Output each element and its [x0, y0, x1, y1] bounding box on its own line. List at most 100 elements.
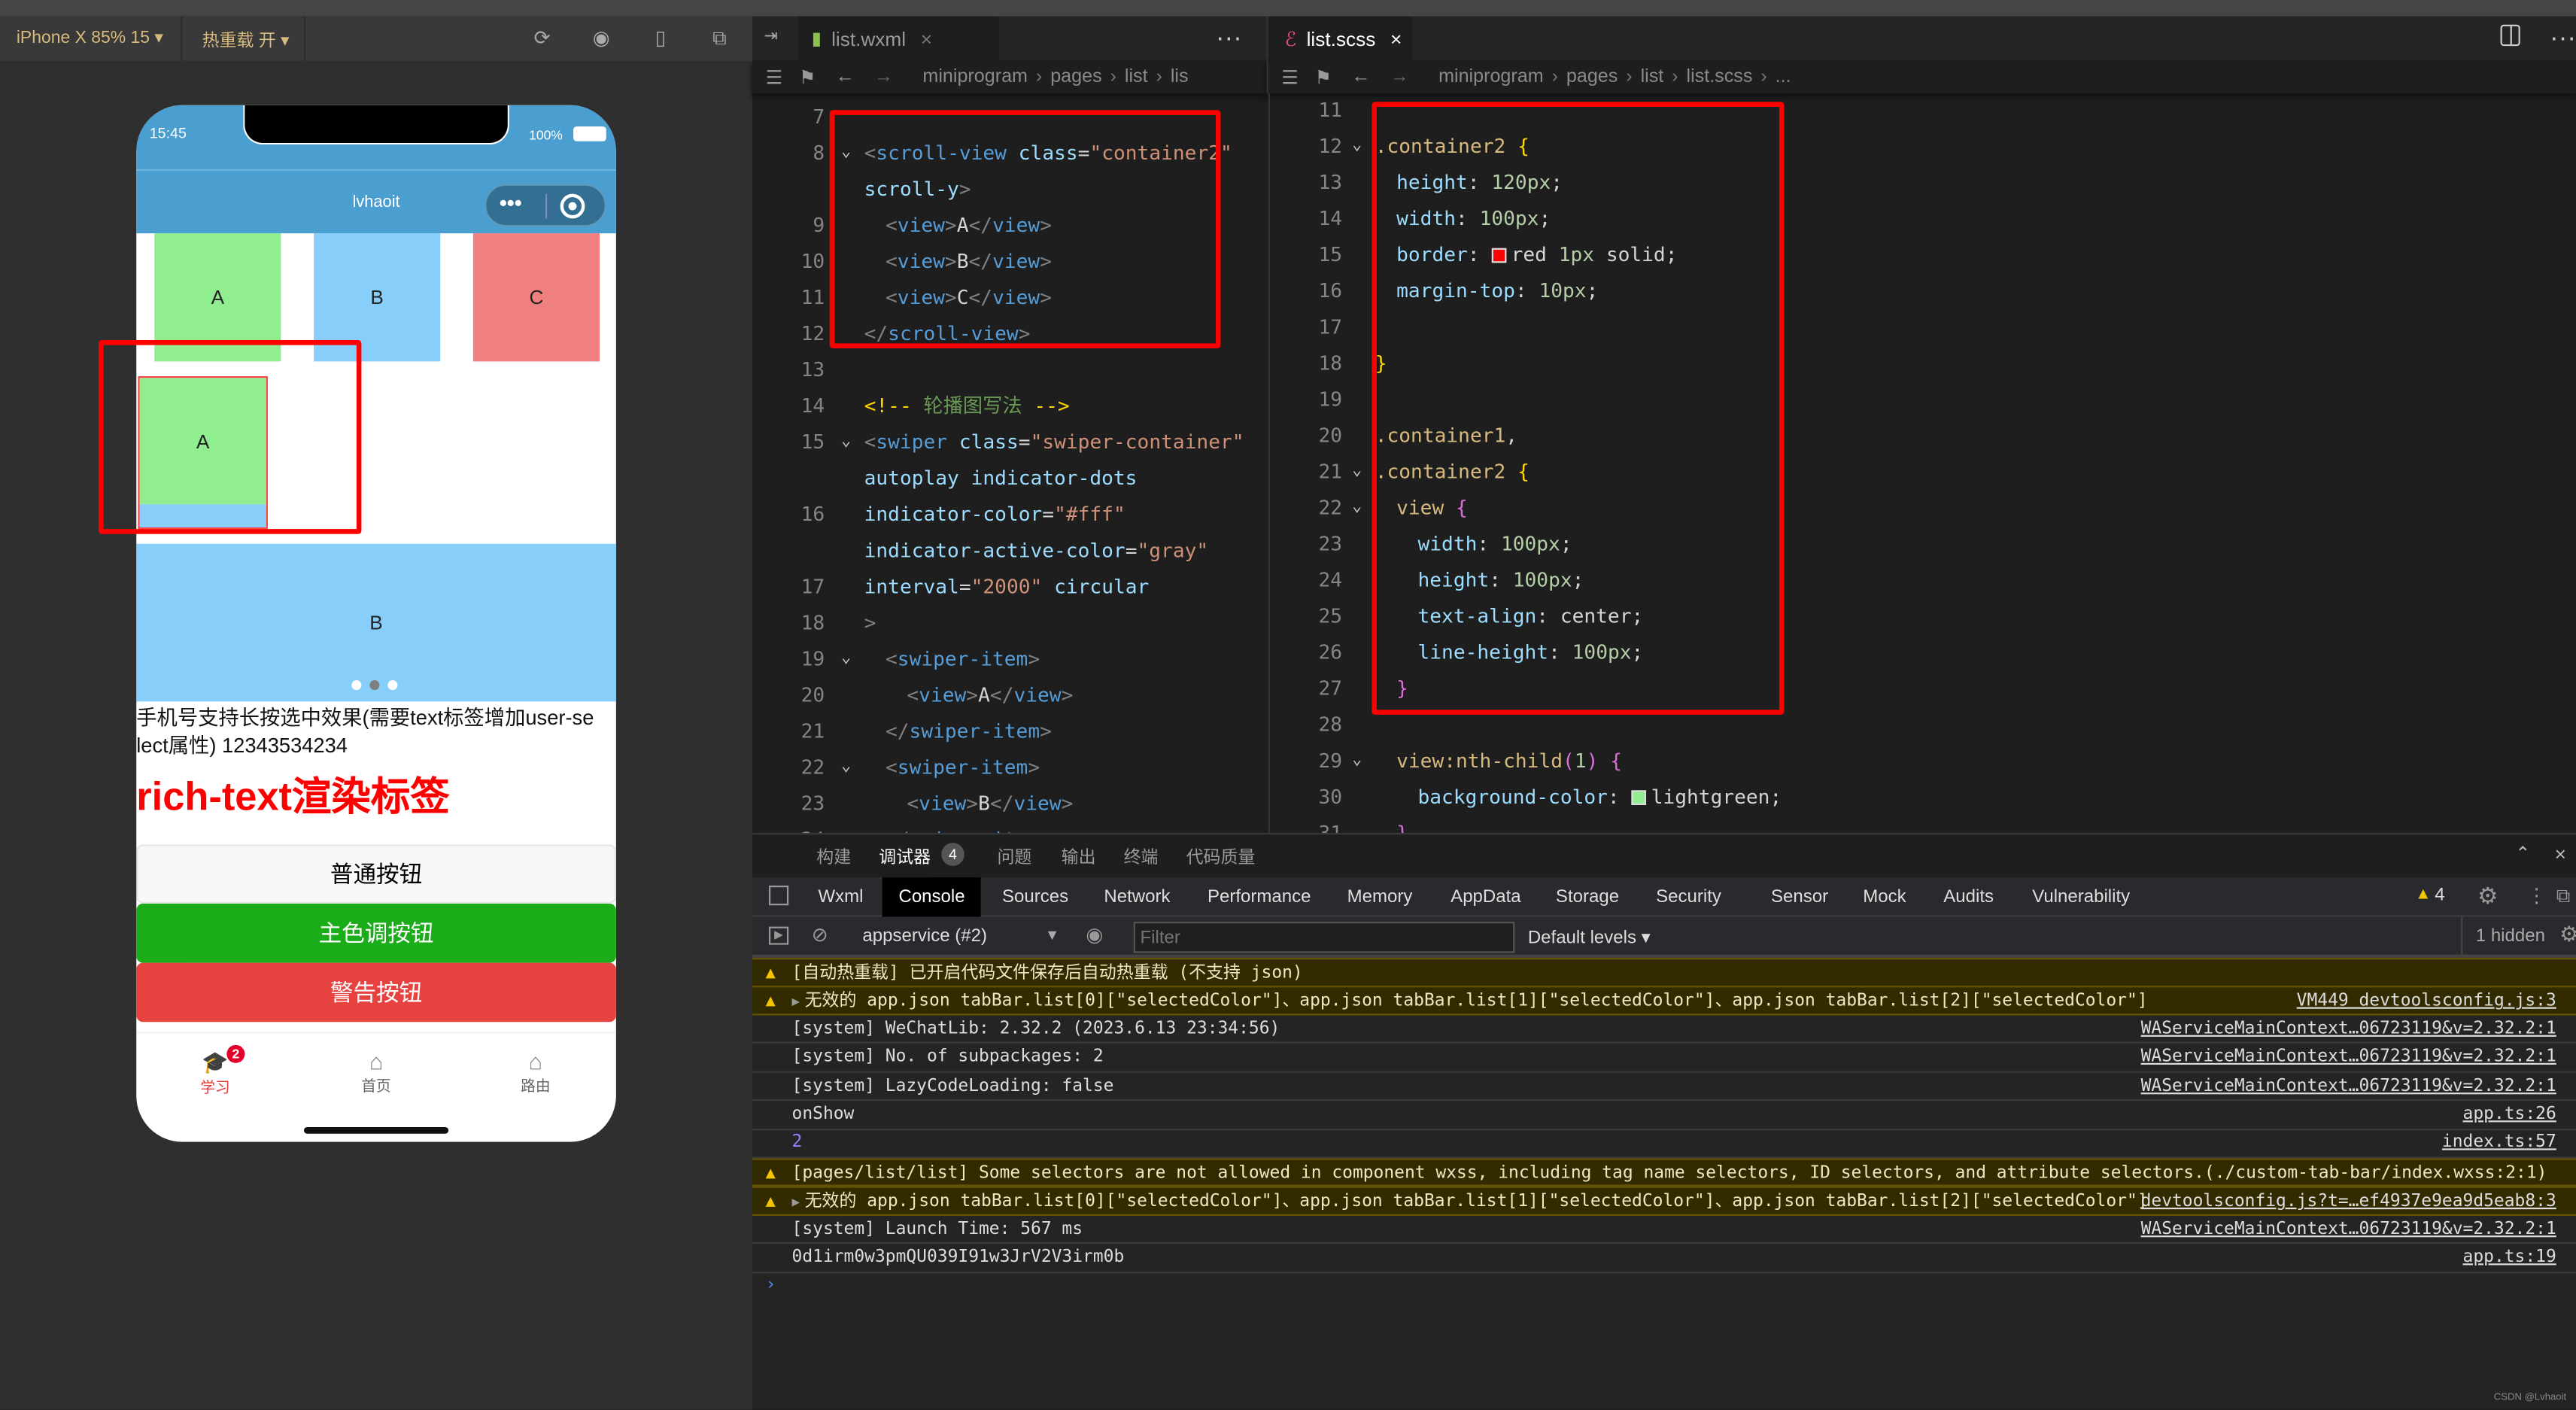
warning-count[interactable]: 4 — [2435, 886, 2444, 905]
panel-tab-code-quality[interactable]: 代码质量 — [1186, 844, 1256, 869]
source-link[interactable]: WAServiceMainContext…06723119&v=2.32.2:1 — [2141, 1015, 2556, 1043]
devtools-tab-performance[interactable]: Performance — [1191, 877, 1327, 916]
tab-study[interactable]: 🎓 2 学习 — [166, 1044, 265, 1097]
context-select[interactable]: appservice (#2) — [862, 927, 987, 947]
devtools-tab-network[interactable]: Network — [1088, 877, 1187, 916]
devtools-tab-appdata[interactable]: AppData — [1434, 877, 1537, 916]
clear-console-icon[interactable]: ⊘ — [812, 923, 828, 947]
code-line[interactable]: 30 background-color: lightgreen; — [1270, 779, 2576, 815]
breadcrumb-item[interactable]: list — [1641, 68, 1664, 87]
devtools-tab-console[interactable]: Console — [882, 877, 982, 917]
code-line[interactable]: indicator-active-color="gray" — [752, 533, 1266, 569]
devtools-tab-wxml[interactable]: Wxml — [802, 877, 880, 916]
stop-icon[interactable]: ◉ — [590, 26, 613, 50]
more-icon[interactable]: ••• — [500, 190, 522, 215]
console-message[interactable]: [system] Launch Time: 567 ms WAServiceMai… — [752, 1215, 2576, 1244]
phone-icon[interactable]: ▯ — [649, 26, 673, 50]
source-link[interactable]: devtoolsconfig.js?t=…ef4937e9ea9d5eab8:3 — [2141, 1188, 2556, 1216]
console-message[interactable]: ▲ [自动热重载] 已开启代码文件保存后自动热重载 (不支持 json) — [752, 958, 2576, 987]
fold-chevron-icon[interactable]: ⌄ — [841, 424, 851, 460]
sidebar-toggle-icon[interactable]: ▶ — [768, 926, 789, 945]
console-message[interactable]: onShow app.ts:26 — [752, 1101, 2576, 1130]
swiper-dot[interactable] — [387, 680, 398, 691]
fold-chevron-icon[interactable]: ⌄ — [841, 749, 851, 786]
close-icon[interactable]: × — [2555, 843, 2566, 866]
primary-button[interactable]: 主色调按钮 — [136, 904, 616, 963]
tab-home[interactable]: ⌂ 首页 — [327, 1049, 426, 1095]
bookmark-icon[interactable]: ⚑ — [799, 65, 816, 89]
undock-icon[interactable]: ⧉ — [2556, 884, 2571, 909]
expand-caret-icon[interactable]: ▶ — [792, 995, 800, 1010]
code-line[interactable]: autoplay indicator-dots — [752, 460, 1266, 496]
console-message[interactable]: [system] LazyCodeLoading: false WAService… — [752, 1072, 2576, 1102]
bookmark-icon[interactable]: ⚑ — [1315, 65, 1332, 89]
code-line[interactable]: 23 <view>B</view> — [752, 786, 1266, 822]
console-message[interactable]: 2 index.ts:57 — [752, 1129, 2576, 1159]
breadcrumb-item[interactable]: miniprogram — [1438, 68, 1544, 87]
console-message[interactable]: [system] No. of subpackages: 2 WAServiceM… — [752, 1044, 2576, 1073]
back-icon[interactable]: ← — [836, 68, 855, 87]
source-link[interactable]: app.ts:19 — [2463, 1244, 2556, 1272]
breadcrumb-item[interactable]: list — [1125, 68, 1148, 87]
back-icon[interactable]: ← — [1351, 68, 1370, 87]
panel-tab-debugger[interactable]: 调试器 — [879, 844, 931, 881]
panel-tab-build[interactable]: 构建 — [816, 844, 851, 869]
panel-tab-output[interactable]: 输出 — [1062, 844, 1096, 869]
devtools-tab-memory[interactable]: Memory — [1331, 877, 1429, 916]
swiper-dot-active[interactable] — [369, 680, 380, 691]
devtools-tab-mock[interactable]: Mock — [1846, 877, 1922, 916]
breadcrumb-item[interactable]: pages — [1050, 68, 1101, 87]
source-link[interactable]: WAServiceMainContext…06723119&v=2.32.2:1 — [2141, 1215, 2556, 1243]
source-link[interactable]: WAServiceMainContext…06723119&v=2.32.2:1 — [2141, 1044, 2556, 1071]
hot-reload-select[interactable]: 热重载 开 ▾ — [202, 28, 290, 53]
tab-list-scss[interactable]: ℰ list.scss × — [1268, 16, 1413, 61]
source-link[interactable]: WAServiceMainContext…06723119&v=2.32.2:1 — [2141, 1072, 2556, 1100]
console-message[interactable]: ▲ [pages/list/list] Some selectors are no… — [752, 1158, 2576, 1187]
default-button[interactable]: 普通按钮 — [136, 844, 616, 904]
breadcrumb-item[interactable]: lis — [1171, 68, 1189, 87]
fold-chevron-icon[interactable]: ⌄ — [1352, 454, 1362, 490]
devtools-tab-vulnerability[interactable]: Vulnerability — [2016, 877, 2146, 916]
filter-input[interactable] — [1133, 922, 1515, 953]
close-icon[interactable]: × — [921, 27, 932, 50]
console-prompt[interactable]: › — [766, 1275, 776, 1295]
window-icon[interactable]: ⧉ — [708, 26, 731, 50]
code-line[interactable]: 19 ⌄ <swiper-item> — [752, 641, 1266, 677]
code-line[interactable]: 31} — [1270, 815, 2576, 833]
code-line[interactable]: 21 </swiper-item> — [752, 713, 1266, 749]
console-message[interactable]: ▲ ▶ 无效的 app.json tabBar.list[0]["selectedC… — [752, 986, 2576, 1016]
panel-tab-terminal[interactable]: 终端 — [1124, 844, 1159, 869]
fold-chevron-icon[interactable]: ⌄ — [1352, 743, 1362, 779]
eye-icon[interactable]: ◉ — [1086, 923, 1103, 947]
swiper[interactable]: B — [136, 543, 616, 702]
refresh-icon[interactable]: ⟳ — [530, 26, 554, 50]
tab-list-wxml[interactable]: ▮ list.wxml × — [798, 16, 999, 61]
panel-tab-problems[interactable]: 问题 — [997, 844, 1031, 869]
collapse-icon[interactable]: ⌃ — [2515, 843, 2530, 864]
breadcrumb-item[interactable]: ... — [1776, 68, 1791, 87]
breadcrumb-item[interactable]: list.scss — [1687, 68, 1753, 87]
tab-route[interactable]: ⌂ 路由 — [486, 1049, 585, 1095]
devtools-tab-security[interactable]: Security — [1639, 877, 1737, 916]
more-icon[interactable]: ··· — [2550, 25, 2576, 54]
outline-icon[interactable]: ☰ — [766, 65, 783, 89]
code-line[interactable]: 17 interval="2000" circular — [752, 569, 1266, 605]
forward-icon[interactable]: → — [1390, 68, 1409, 87]
close-icon[interactable]: × — [1390, 27, 1402, 50]
expand-caret-icon[interactable]: ▶ — [792, 1195, 800, 1210]
log-levels-select[interactable]: Default levels ▾ — [1528, 927, 1651, 948]
console-message[interactable]: ▲ ▶ 无效的 app.json tabBar.list[0]["selectedC… — [752, 1187, 2576, 1216]
code-line[interactable]: 13 — [752, 351, 1266, 387]
code-line[interactable]: 16 indicator-color="#fff" — [752, 496, 1266, 532]
inspect-icon[interactable] — [768, 885, 789, 906]
code-line[interactable]: 15 ⌄ <swiper class="swiper-container" — [752, 424, 1266, 460]
device-select[interactable]: iPhone X 85% 15 ▾ — [17, 28, 163, 47]
code-line[interactable]: 18 > — [752, 605, 1266, 641]
fold-chevron-icon[interactable]: ⌄ — [841, 641, 851, 677]
console-message[interactable]: [system] WeChatLib: 2.32.2 (2023.6.13 23… — [752, 1015, 2576, 1044]
source-link[interactable]: app.ts:26 — [2463, 1101, 2556, 1129]
fold-chevron-icon[interactable]: ⌄ — [1352, 490, 1362, 526]
devtools-tab-audits[interactable]: Audits — [1927, 877, 2009, 916]
more-icon[interactable]: ··· — [1216, 25, 1242, 54]
code-line[interactable]: 20 <view>A</view> — [752, 677, 1266, 713]
